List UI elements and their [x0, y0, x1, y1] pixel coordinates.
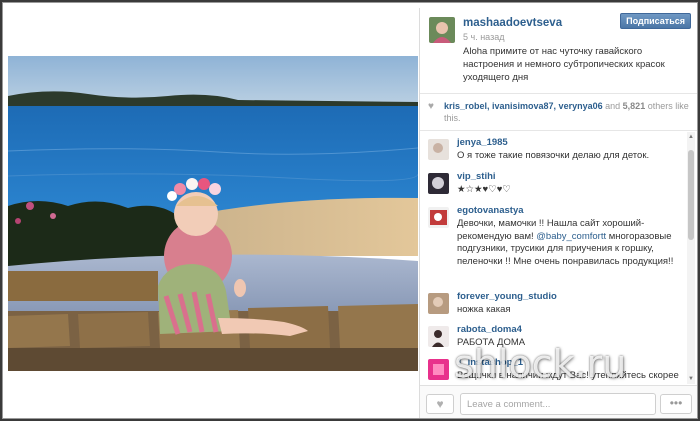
list-item: rabota_doma4 РАБОТА ДОМА	[420, 324, 688, 350]
comments-list: jenya_1985 О я тоже такие повязочки дела…	[420, 132, 688, 384]
comment-username[interactable]: jenya_1985	[457, 137, 684, 149]
commenter-avatar-image	[428, 173, 449, 194]
commenter-avatar[interactable]	[428, 326, 449, 347]
comment-username[interactable]: forever_young_studio	[457, 291, 684, 303]
scroll-down-arrow-icon[interactable]: ▼	[687, 375, 695, 383]
comment-username[interactable]: 1_instashop_1	[457, 357, 684, 369]
commenter-avatar-image	[428, 359, 449, 380]
comment-text: ★☆★♥♡♥♡	[457, 184, 511, 195]
likes-and-label: and	[605, 101, 621, 111]
like-button[interactable]: ♥	[426, 394, 454, 414]
commenter-avatar-image	[428, 207, 449, 228]
comment-input[interactable]	[460, 393, 656, 415]
comments-scrollbar[interactable]: ▲ ▼	[687, 132, 695, 384]
post-photo[interactable]	[8, 56, 418, 371]
list-item: jenya_1985 О я тоже такие повязочки дела…	[420, 137, 688, 163]
commenter-avatar[interactable]	[428, 207, 449, 228]
likers-list[interactable]: kris_robel, ivanisimova87, verynya06	[444, 101, 603, 111]
post-header: mashaadoevtseva Подписаться 5 ч. назад A…	[420, 8, 697, 94]
comment-username[interactable]: rabota_doma4	[457, 324, 684, 336]
commenter-avatar[interactable]	[428, 359, 449, 380]
commenter-avatar-image	[428, 293, 449, 314]
comment-text: ножка какая	[457, 304, 511, 315]
comment-text: О я тоже такие повязочки делаю для деток…	[457, 150, 650, 161]
comment-text: РАБОТА ДОМА	[457, 337, 526, 348]
list-item: vip_stihi ★☆★♥♡♥♡	[420, 171, 688, 197]
list-item: egotovanastya Девочки, мамочки !! Нашла …	[420, 205, 688, 268]
comment-text: Вещички в наличии ждут Вас! утепляйтесь …	[457, 370, 679, 381]
photo-image	[8, 56, 418, 371]
commenter-avatar[interactable]	[428, 293, 449, 314]
post-details-panel: mashaadoevtseva Подписаться 5 ч. назад A…	[419, 8, 697, 418]
heart-icon: ♥	[436, 397, 444, 411]
photo-area	[8, 8, 418, 418]
comment-username[interactable]: vip_stihi	[457, 171, 684, 183]
scroll-up-arrow-icon[interactable]: ▲	[687, 133, 695, 141]
post-caption: Aloha примите от нас чуточку гавайского …	[463, 46, 665, 83]
commenter-avatar-image	[428, 326, 449, 347]
follow-button[interactable]: Подписаться	[620, 13, 691, 29]
commenter-avatar[interactable]	[428, 139, 449, 160]
more-options-button[interactable]: •••	[660, 394, 692, 414]
list-item: 1_instashop_1 Вещички в наличии ждут Вас…	[420, 357, 688, 383]
author-avatar-image	[429, 17, 455, 43]
comment-composer: ♥ •••	[420, 385, 697, 418]
author-username[interactable]: mashaadoevtseva	[463, 17, 562, 29]
likes-summary: ♥ kris_robel, ivanisimova87, verynya06 a…	[420, 95, 697, 131]
likes-count[interactable]: 5,821	[623, 101, 646, 111]
post-timestamp: 5 ч. назад	[463, 32, 505, 42]
window-frame: mashaadoevtseva Подписаться 5 ч. назад A…	[0, 0, 700, 421]
commenter-avatar[interactable]	[428, 173, 449, 194]
comment-mention-link[interactable]: @baby_comfortt	[536, 231, 606, 242]
heart-icon: ♥	[428, 101, 434, 112]
scrollbar-thumb[interactable]	[688, 150, 694, 240]
author-avatar[interactable]	[429, 17, 455, 43]
comment-username[interactable]: egotovanastya	[457, 205, 684, 217]
comment-text: Девочки, мамочки !! Нашла сайт хороший-р…	[457, 218, 684, 268]
commenter-avatar-image	[428, 139, 449, 160]
list-item: forever_young_studio ножка какая	[420, 291, 688, 317]
